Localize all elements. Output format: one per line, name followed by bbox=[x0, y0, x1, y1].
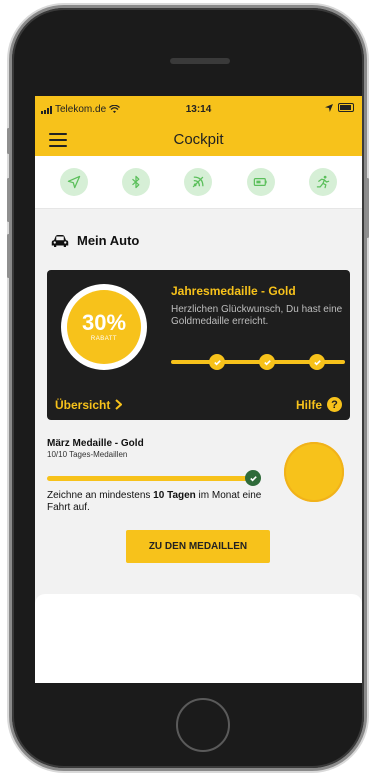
check-circle-icon bbox=[245, 470, 261, 486]
month-medal-description: Zeichne an mindestens 10 Tagen im Monat … bbox=[47, 490, 263, 514]
year-medal-progress bbox=[171, 354, 351, 370]
month-progress-bar bbox=[47, 470, 261, 486]
phone-volume-down bbox=[7, 234, 10, 278]
app-screen: Telekom.de 13:14 Cockpit Mein Auto 30% R… bbox=[35, 96, 362, 683]
phone-speaker bbox=[170, 58, 230, 64]
month-progress-track bbox=[47, 476, 253, 481]
to-medals-button[interactable]: ZU DEN MEDAILLEN bbox=[126, 530, 270, 563]
icon-bar bbox=[35, 156, 362, 209]
signal-off-icon[interactable] bbox=[184, 168, 213, 196]
phone-side-button bbox=[7, 128, 10, 154]
my-car-title: Mein Auto bbox=[77, 233, 140, 248]
desc-prefix: Zeichne an mindestens bbox=[47, 490, 154, 501]
overview-link-label: Übersicht bbox=[55, 397, 111, 412]
year-medal-footer: Übersicht Hilfe ? bbox=[55, 397, 342, 412]
help-link[interactable]: Hilfe ? bbox=[296, 397, 342, 412]
location-arrow-icon bbox=[325, 103, 333, 112]
page-title: Cockpit bbox=[173, 131, 224, 148]
location-icon[interactable] bbox=[60, 168, 89, 196]
phone-power-button bbox=[366, 178, 369, 238]
phone-volume-up bbox=[7, 178, 10, 222]
bottom-card bbox=[35, 594, 362, 683]
help-link-label: Hilfe bbox=[295, 397, 322, 412]
my-car-header: Mein Auto bbox=[51, 233, 350, 248]
status-right bbox=[325, 103, 354, 112]
month-progress-fill bbox=[47, 476, 253, 481]
help-icon: ? bbox=[327, 397, 342, 412]
year-medal-text: Herzlichen Glückwunsch, Du hast eine Gol… bbox=[171, 304, 343, 327]
month-medal-block: März Medaille - Gold 10/10 Tages-Medaill… bbox=[47, 438, 350, 568]
phone-home-button[interactable] bbox=[176, 698, 230, 752]
car-icon bbox=[51, 234, 69, 247]
check-icon bbox=[259, 354, 275, 370]
gold-medal-icon bbox=[284, 442, 344, 502]
check-icon bbox=[209, 354, 225, 370]
year-medal-card[interactable]: 30% RABATT Jahresmedaille - Gold Herzlic… bbox=[47, 270, 350, 420]
desc-bold: 10 Tagen bbox=[153, 490, 196, 501]
overview-link[interactable]: Übersicht bbox=[55, 397, 123, 412]
discount-badge-inner: 30% RABATT bbox=[67, 290, 141, 364]
battery-icon[interactable] bbox=[246, 168, 275, 196]
battery-status-icon bbox=[338, 103, 354, 112]
bluetooth-icon[interactable] bbox=[122, 168, 151, 196]
check-icon bbox=[309, 354, 325, 370]
content: Mein Auto 30% RABATT Jahresmedaille - Go… bbox=[35, 233, 362, 568]
top-bar: Cockpit bbox=[35, 122, 362, 156]
activity-icon[interactable] bbox=[308, 168, 337, 196]
status-time: 13:14 bbox=[185, 104, 212, 115]
year-medal-title: Jahresmedaille - Gold bbox=[171, 284, 296, 298]
discount-percent: 30% bbox=[81, 310, 127, 335]
discount-badge: 30% RABATT bbox=[61, 284, 147, 370]
chevron-right-icon bbox=[115, 399, 123, 410]
status-bar: Telekom.de 13:14 bbox=[35, 96, 362, 122]
discount-label: RABATT bbox=[90, 336, 118, 342]
